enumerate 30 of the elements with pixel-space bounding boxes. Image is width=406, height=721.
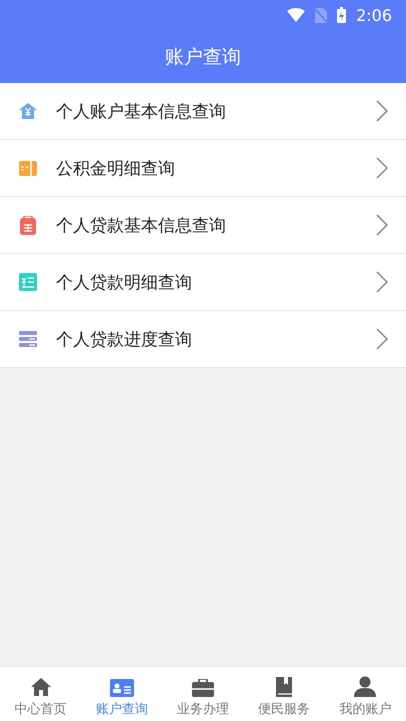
chevron-icon	[376, 271, 388, 293]
person-icon	[354, 676, 376, 697]
tab[interactable]: 我的账户	[324, 667, 406, 721]
no-sim-icon	[315, 8, 328, 22]
tab[interactable]: 中心首页	[0, 667, 82, 721]
menu-item[interactable]: 个人贷款进度查询	[0, 311, 406, 368]
battery-icon	[337, 7, 346, 23]
menu-label: 个人贷款基本信息查询	[56, 214, 227, 236]
tab[interactable]: 账户查询	[81, 667, 162, 721]
book-icon	[275, 677, 294, 697]
home-icon	[30, 677, 51, 697]
chevron-icon	[376, 214, 388, 236]
menu-label: 个人贷款明细查询	[56, 272, 193, 294]
chevron-icon	[376, 328, 388, 350]
menu-item[interactable]: 个人贷款基本信息查询	[0, 197, 406, 254]
id-card-icon	[110, 679, 134, 697]
menu-label: 个人贷款进度查询	[56, 328, 193, 350]
chevron-icon	[376, 100, 388, 122]
briefcase-icon	[192, 679, 214, 697]
menu-label: 个人账户基本信息查询	[56, 100, 227, 122]
menu-item[interactable]: 公积金明细查询	[0, 140, 406, 197]
status-time: 2:06	[356, 6, 392, 24]
wifi-icon	[287, 8, 306, 22]
page-title: 账户查询	[165, 44, 241, 70]
chevron-icon	[376, 157, 388, 179]
tab[interactable]: 便民服务	[244, 667, 325, 721]
tab[interactable]: 业务办理	[162, 667, 244, 721]
menu-item[interactable]: 个人账户基本信息查询	[0, 83, 406, 140]
menu-label: 公积金明细查询	[56, 158, 176, 180]
menu-item[interactable]: 个人贷款明细查询	[0, 254, 406, 311]
